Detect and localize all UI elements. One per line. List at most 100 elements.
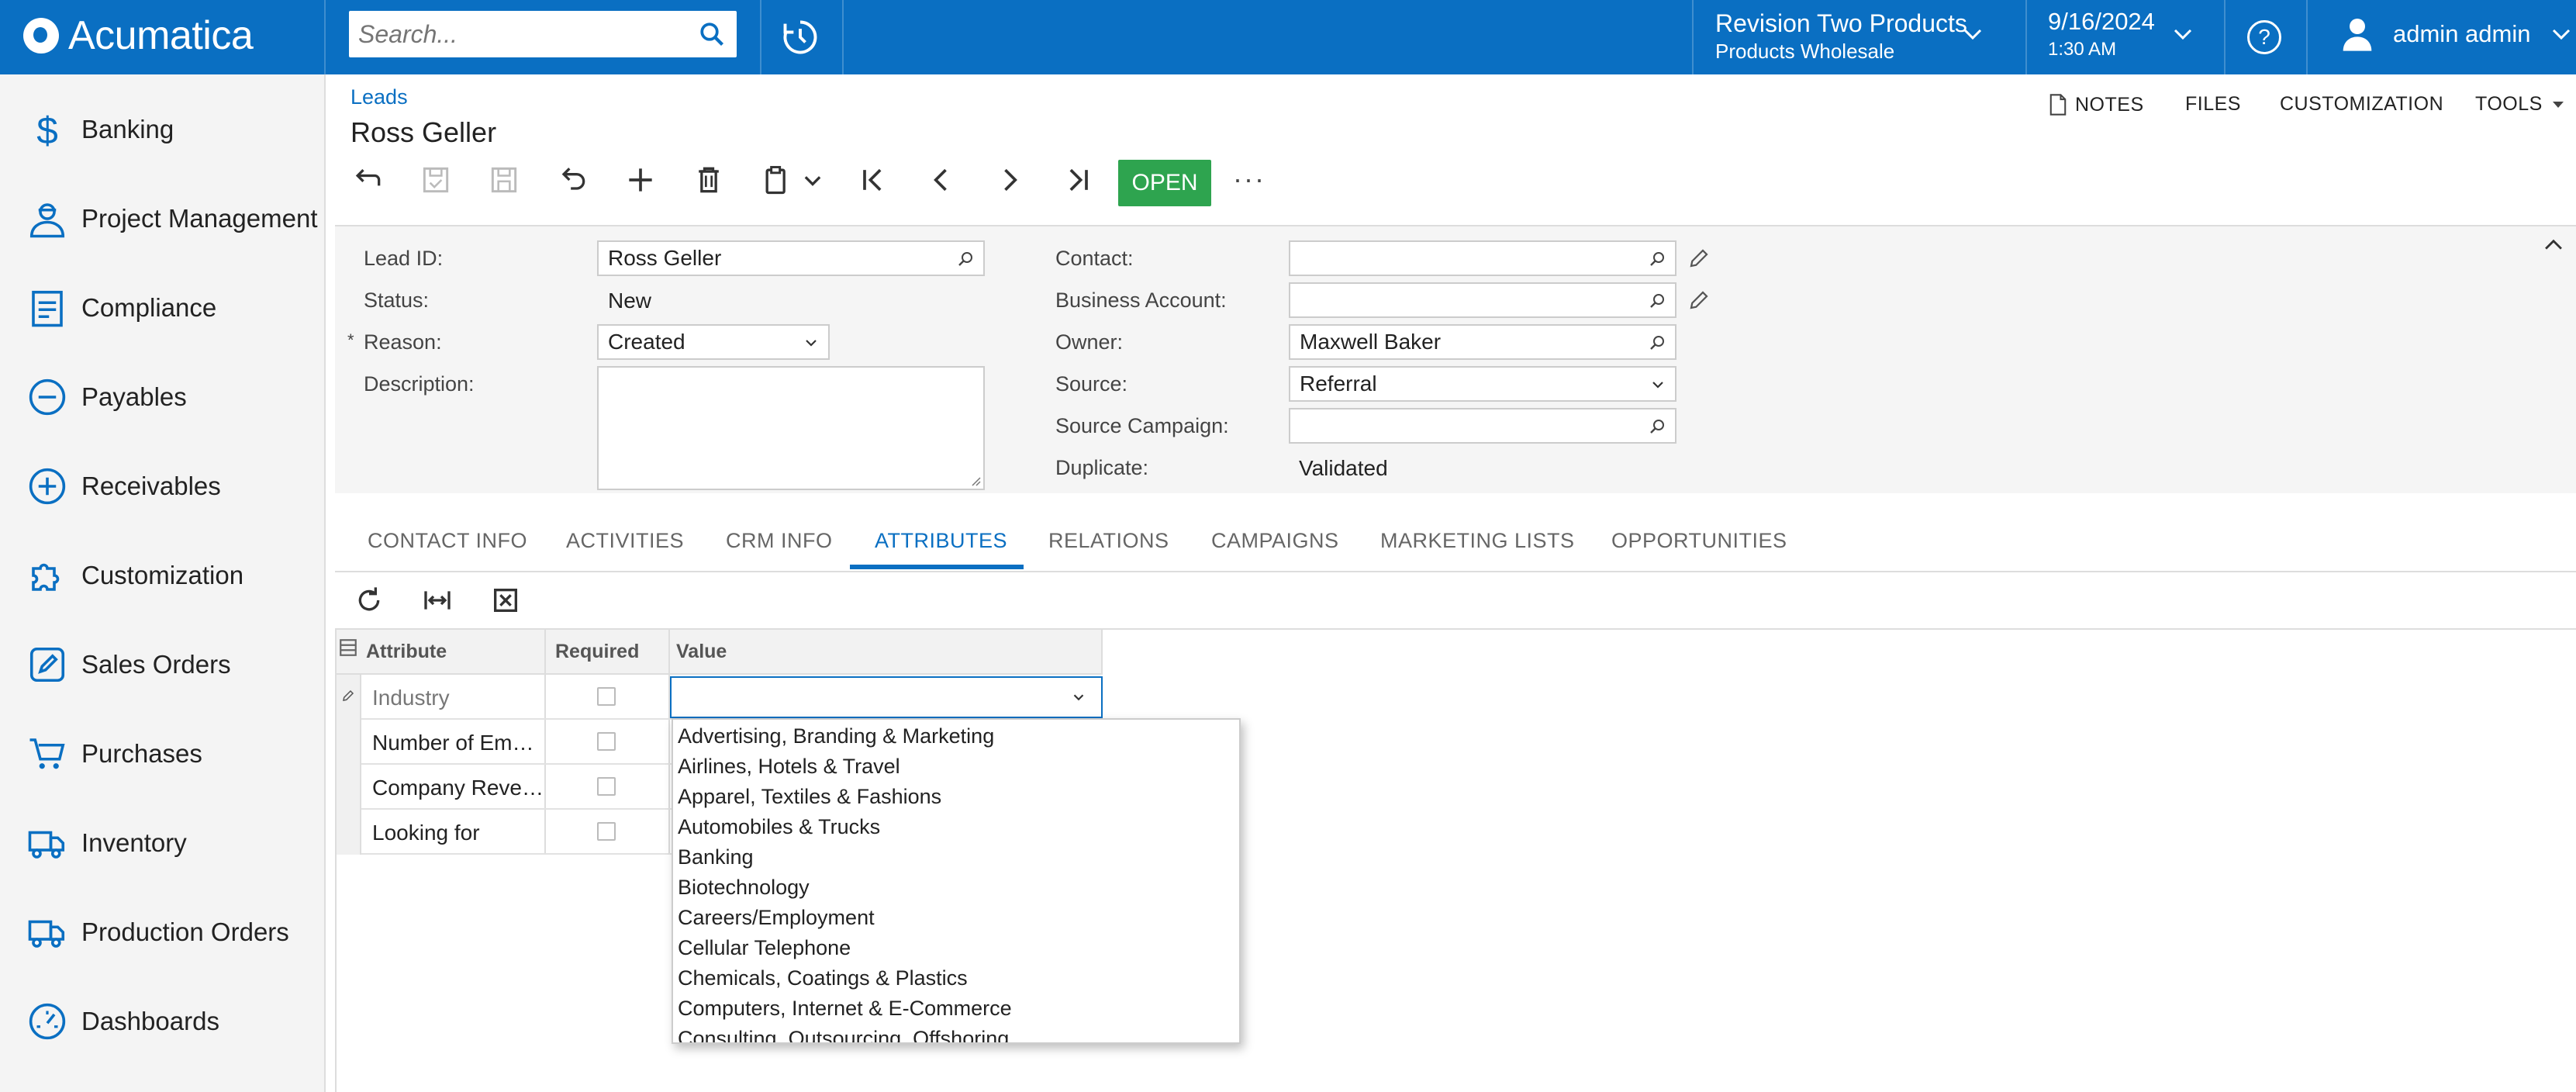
source-campaign-field[interactable] — [1289, 408, 1676, 444]
row-selector[interactable] — [335, 765, 361, 810]
sidebar-item-compliance[interactable]: Compliance — [0, 273, 326, 343]
open-button[interactable]: OPEN — [1118, 160, 1211, 206]
dropdown-option[interactable]: Computers, Internet & E-Commerce — [678, 997, 1012, 1021]
tab-crm-info[interactable]: CRM INFO — [726, 529, 832, 553]
save-icon[interactable] — [487, 163, 521, 197]
row-selector[interactable] — [335, 720, 361, 765]
sidebar-item-customization[interactable]: Customization — [0, 541, 326, 610]
help-icon[interactable]: ? — [2247, 20, 2281, 54]
search-input[interactable] — [349, 11, 675, 57]
history-icon[interactable] — [780, 17, 820, 57]
owner-field[interactable]: Maxwell Baker — [1289, 324, 1676, 360]
lead-id-field[interactable]: Ross Geller — [597, 240, 985, 276]
dropdown-option[interactable]: Advertising, Branding & Marketing — [678, 724, 994, 748]
pencil-icon[interactable] — [1687, 247, 1711, 270]
value-input[interactable] — [672, 678, 1059, 717]
add-icon[interactable] — [623, 163, 658, 197]
chevron-down-icon[interactable] — [802, 163, 824, 197]
notes-button[interactable]: NOTES — [2049, 93, 2144, 116]
dropdown-option[interactable]: Airlines, Hotels & Travel — [678, 755, 900, 779]
sidebar-item-payables[interactable]: Payables — [0, 362, 326, 432]
tab-campaigns[interactable]: CAMPAIGNS — [1211, 529, 1339, 553]
export-excel-icon[interactable] — [490, 585, 521, 616]
search-icon[interactable] — [1649, 333, 1667, 352]
dropdown-option[interactable]: Chemicals, Coatings & Plastics — [678, 966, 968, 990]
row-selector[interactable] — [335, 675, 361, 720]
table-row[interactable]: Industry — [335, 675, 1103, 720]
reason-label: Reason: — [364, 330, 442, 354]
sidebar-item-production-orders[interactable]: Production Orders — [0, 897, 326, 967]
required-checkbox[interactable] — [597, 687, 616, 706]
dropdown-option[interactable]: Careers/Employment — [678, 906, 875, 930]
search-icon[interactable] — [1649, 417, 1667, 436]
company-switcher[interactable]: Revision Two Products Products Wholesale — [1715, 9, 1982, 64]
dropdown-option[interactable]: Automobiles & Trucks — [678, 815, 880, 839]
business-account-field[interactable] — [1289, 282, 1676, 318]
tab-attributes[interactable]: ATTRIBUTES — [875, 529, 1007, 553]
description-textarea[interactable] — [597, 366, 985, 490]
chevron-up-icon[interactable] — [2540, 233, 2567, 256]
reason-select[interactable]: Created — [597, 324, 830, 360]
column-header-required[interactable]: Required — [555, 641, 639, 663]
search-icon[interactable] — [1649, 292, 1667, 310]
dropdown-option[interactable]: Cellular Telephone — [678, 936, 851, 960]
delete-icon[interactable] — [692, 163, 726, 197]
sidebar-item-inventory[interactable]: Inventory — [0, 808, 326, 878]
dropdown-option[interactable]: Banking — [678, 845, 754, 869]
required-checkbox[interactable] — [597, 777, 616, 796]
back-icon[interactable] — [350, 163, 385, 197]
tab-contact-info[interactable]: CONTACT INFO — [368, 529, 527, 553]
dropdown-option[interactable]: Apparel, Textiles & Fashions — [678, 785, 941, 809]
owner-label: Owner: — [1055, 330, 1124, 354]
tab-activities[interactable]: ACTIVITIES — [566, 529, 684, 553]
refresh-icon[interactable] — [354, 585, 385, 616]
tab-marketing-lists[interactable]: MARKETING LISTS — [1380, 529, 1575, 553]
column-header-value[interactable]: Value — [676, 641, 727, 663]
sidebar-item-dashboards[interactable]: Dashboards — [0, 987, 326, 1056]
sidebar-item-project-management[interactable]: Project Management — [0, 184, 326, 254]
tab-relations[interactable]: RELATIONS — [1048, 529, 1169, 553]
next-record-icon[interactable] — [993, 163, 1027, 197]
undo-icon[interactable] — [555, 163, 589, 197]
date-switcher[interactable]: 9/16/2024 1:30 AM — [2048, 8, 2192, 60]
dropdown-option[interactable]: Consulting, Outsourcing, Offshoring — [678, 1027, 1009, 1042]
search-icon[interactable] — [698, 20, 726, 48]
divider — [2306, 0, 2308, 74]
sidebar-item-banking[interactable]: $ Banking — [0, 95, 326, 164]
contact-field[interactable] — [1289, 240, 1676, 276]
business-date: 9/16/2024 — [2048, 8, 2155, 35]
source-select[interactable]: Referral — [1289, 366, 1676, 402]
fit-to-screen-icon[interactable] — [422, 585, 453, 616]
logo[interactable]: Acumatica — [23, 11, 254, 60]
sidebar-item-receivables[interactable]: Receivables — [0, 451, 326, 521]
sidebar-item-label: Dashboards — [81, 1007, 219, 1035]
previous-record-icon[interactable] — [924, 163, 958, 197]
column-config-icon[interactable] — [338, 638, 358, 658]
user-menu[interactable]: admin admin — [2342, 17, 2572, 51]
save-close-icon[interactable] — [419, 163, 453, 197]
search-box[interactable] — [349, 11, 737, 57]
resize-handle-icon[interactable] — [968, 473, 982, 487]
first-record-icon[interactable] — [856, 163, 890, 197]
value-select[interactable] — [670, 676, 1103, 718]
more-actions-button[interactable]: ··· — [1233, 163, 1266, 195]
files-button[interactable]: FILES — [2185, 93, 2241, 116]
sidebar-item-sales-orders[interactable]: Sales Orders — [0, 630, 326, 700]
search-icon[interactable] — [1649, 250, 1667, 268]
customization-button[interactable]: CUSTOMIZATION — [2280, 93, 2443, 116]
sidebar-item-purchases[interactable]: Purchases — [0, 719, 326, 789]
tab-opportunities[interactable]: OPPORTUNITIES — [1611, 529, 1787, 553]
required-checkbox[interactable] — [597, 732, 616, 751]
last-record-icon[interactable] — [1061, 163, 1095, 197]
search-icon[interactable] — [957, 250, 975, 268]
pencil-icon[interactable] — [1687, 289, 1711, 312]
breadcrumb[interactable]: Leads — [350, 85, 408, 109]
row-selector[interactable] — [335, 810, 361, 855]
tools-button[interactable]: TOOLS — [2475, 93, 2566, 116]
edit-row-icon — [343, 689, 354, 701]
required-checkbox[interactable] — [597, 822, 616, 841]
chevron-down-icon[interactable] — [1070, 689, 1087, 706]
column-header-attribute[interactable]: Attribute — [366, 641, 447, 663]
clipboard-icon[interactable] — [760, 163, 794, 197]
dropdown-option[interactable]: Biotechnology — [678, 876, 810, 900]
